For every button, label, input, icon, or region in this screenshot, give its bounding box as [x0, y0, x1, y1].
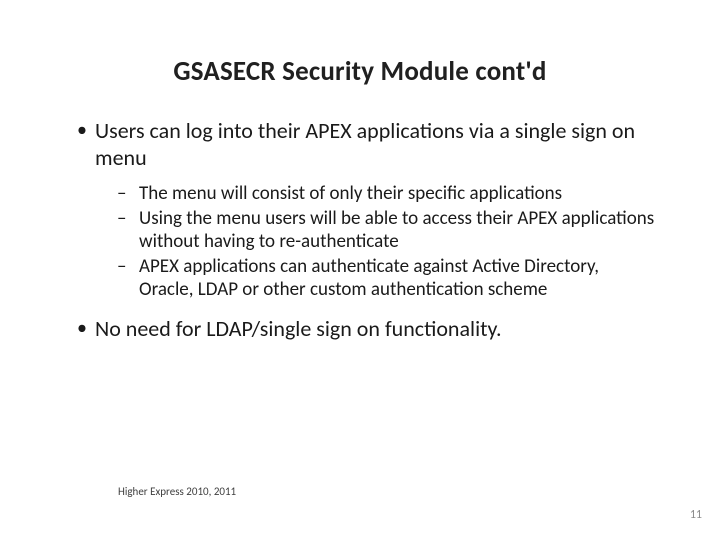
sub-bullet-text: APEX applications can authenticate again…: [139, 255, 599, 301]
bullet-item: Users can log into their APEX applicatio…: [73, 118, 655, 302]
sub-bullet-item: The menu will consist of only their spec…: [111, 182, 655, 205]
sub-bullet-text: The menu will consist of only their spec…: [139, 182, 562, 205]
slide: GSASECR Security Module cont'd Users can…: [0, 0, 720, 540]
bullet-list-level2: The menu will consist of only their spec…: [95, 182, 655, 302]
sub-bullet-text: Using the menu users will be able to acc…: [139, 207, 654, 253]
page-number: 11: [690, 508, 702, 522]
footer-text: Higher Express 2010, 2011: [118, 485, 236, 498]
bullet-text: Users can log into their APEX applicatio…: [95, 117, 635, 171]
bullet-list-level1: Users can log into their APEX applicatio…: [73, 118, 655, 342]
bullet-text: No need for LDAP/single sign on function…: [95, 315, 502, 342]
slide-content: Users can log into their APEX applicatio…: [65, 118, 655, 342]
sub-bullet-item: APEX applications can authenticate again…: [111, 255, 655, 301]
bullet-item: No need for LDAP/single sign on function…: [73, 316, 655, 343]
slide-title: GSASECR Security Module cont'd: [65, 55, 655, 88]
sub-bullet-item: Using the menu users will be able to acc…: [111, 207, 655, 253]
